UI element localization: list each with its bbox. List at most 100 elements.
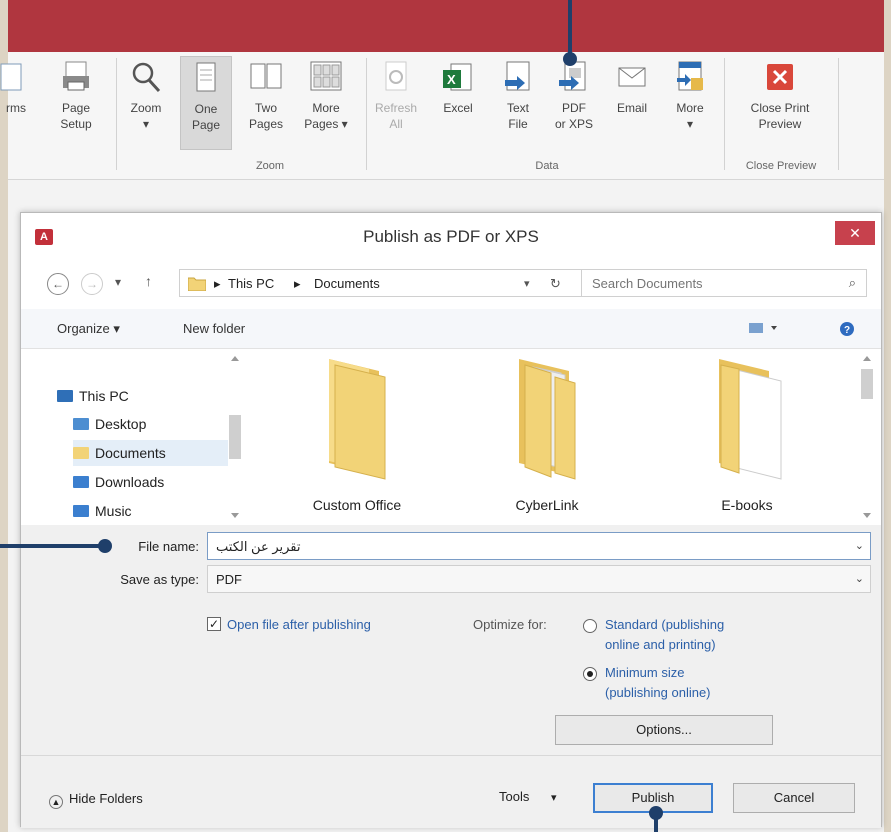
tree-item-music[interactable]: Music [73, 498, 228, 524]
ribbon-collapse-area [8, 180, 884, 206]
minimum-size-radio[interactable] [583, 667, 597, 681]
ribbon-pdf-xps-button[interactable]: PDF or XPS [548, 60, 600, 132]
ribbon-group-close-preview: Close Preview [745, 160, 817, 172]
text-file-icon [501, 60, 535, 94]
ribbon-email-button[interactable]: Email [606, 60, 658, 116]
breadcrumb-documents[interactable]: Documents [314, 276, 380, 291]
dialog-title-bar: A Publish as PDF or XPS ✕ [21, 213, 881, 259]
open-after-publishing-label[interactable]: Open file after publishing [227, 617, 371, 632]
refresh-icon[interactable]: ↻ [550, 276, 561, 292]
tools-button[interactable]: Tools ▾ [499, 789, 557, 804]
breadcrumb-separator: ▸ [214, 276, 221, 291]
annotation-line-publish [654, 812, 658, 832]
ribbon-label: Text File [506, 101, 529, 131]
save-as-type-value: PDF [216, 572, 242, 587]
address-dropdown-icon[interactable]: ▾ [524, 277, 530, 290]
svg-text:X: X [447, 72, 456, 87]
view-options-icon[interactable] [749, 321, 779, 338]
dialog-title: Publish as PDF or XPS [363, 227, 539, 246]
options-button[interactable]: Options... [555, 715, 773, 745]
tree-item-label: Downloads [95, 474, 165, 490]
hide-folders-label: Hide Folders [69, 791, 143, 806]
tree-item-documents[interactable]: Documents [73, 440, 228, 466]
ribbon-close-print-preview-button[interactable]: Close Print Preview [730, 60, 830, 132]
forward-button[interactable]: → [81, 273, 103, 295]
ribbon-two-pages-button[interactable]: Two Pages [240, 60, 292, 132]
folder-icon [187, 275, 207, 292]
ribbon-excel-button[interactable]: X Excel [432, 60, 484, 116]
refresh-icon [379, 60, 413, 94]
folder-name: Custom Office [312, 497, 402, 513]
tree-item-this-pc[interactable]: This PC [57, 383, 212, 409]
tree-item-desktop[interactable]: Desktop [73, 411, 228, 437]
ribbon-text-file-button[interactable]: Text File [492, 60, 544, 132]
file-name-field[interactable]: تقرير عن الكتب ⌄ [207, 532, 871, 560]
address-bar[interactable]: ▸ This PC ▸ Documents ▾ ↻ [179, 269, 589, 297]
ribbon-label: More Pages ▾ [304, 101, 348, 131]
folder-item[interactable]: CyberLink [457, 349, 637, 525]
breadcrumb-this-pc[interactable]: This PC [228, 276, 274, 291]
ribbon-separator [366, 58, 367, 170]
navigation-scrollbar[interactable] [226, 353, 244, 521]
ribbon-refresh-all-button[interactable]: Refresh All [370, 60, 422, 132]
file-name-value: تقرير عن الكتب [216, 539, 301, 554]
dialog-close-button[interactable]: ✕ [835, 221, 875, 245]
folder-icon [719, 359, 782, 480]
tree-item-downloads[interactable]: Downloads [73, 469, 228, 495]
annotation-line-filename [0, 544, 104, 548]
navigation-bar: ← → ▾ ↑ ▸ This PC ▸ Documents ▾ ↻ ⌕ [21, 259, 881, 309]
dialog-toolbar: Organize ▾ New folder ? [21, 309, 881, 349]
ribbon-page-setup-button[interactable]: Page Setup [50, 60, 102, 132]
file-list-scrollbar[interactable] [859, 353, 875, 521]
minimum-size-label-line2[interactable]: (publishing online) [605, 685, 711, 700]
form-divider [21, 755, 881, 756]
ribbon-more-button[interactable]: More ▾ [664, 60, 716, 132]
breadcrumb-separator: ▸ [294, 276, 301, 291]
standard-label-line1[interactable]: Standard (publishing [605, 617, 724, 632]
ribbon-separator [838, 58, 839, 170]
save-as-type-label: Save as type: [120, 572, 199, 587]
one-page-icon [189, 61, 223, 95]
cancel-button[interactable]: Cancel [733, 783, 855, 813]
minimum-size-label-line1[interactable]: Minimum size [605, 665, 684, 680]
search-box[interactable]: ⌕ [581, 269, 867, 297]
ribbon-label: Two Pages [248, 101, 284, 131]
ribbon-one-page-button[interactable]: One Page [180, 56, 232, 150]
organize-button[interactable]: Organize ▾ [57, 321, 120, 337]
music-icon [73, 505, 89, 517]
new-folder-button[interactable]: New folder [183, 321, 245, 336]
open-after-publishing-checkbox[interactable]: ✓ [207, 617, 221, 631]
optimize-for-label: Optimize for: [473, 617, 547, 632]
tree-item-label: Music [95, 503, 132, 519]
up-arrow-icon[interactable]: ↑ [145, 273, 152, 289]
ribbon-forms-button[interactable]: rms [0, 60, 42, 116]
hide-folders-button[interactable]: ▲ Hide Folders [49, 791, 143, 809]
documents-icon [73, 447, 89, 459]
standard-label-line2[interactable]: online and printing) [605, 637, 716, 652]
search-input[interactable] [592, 274, 832, 292]
chevron-down-icon[interactable]: ⌄ [855, 572, 864, 585]
folder-item[interactable]: Custom Office [267, 349, 447, 525]
save-as-type-select[interactable]: PDF ⌄ [207, 565, 871, 593]
ribbon-group-data: Data [535, 160, 559, 172]
ribbon-label: rms [6, 101, 26, 115]
email-icon [615, 60, 649, 94]
ribbon-label: Close Print Preview [750, 101, 810, 131]
file-list: Custom Office CyberLink E-books [247, 349, 857, 525]
ribbon-label: Page Setup [60, 101, 92, 131]
close-preview-icon [763, 60, 797, 94]
ribbon-more-pages-button[interactable]: More Pages ▾ [300, 60, 352, 132]
help-icon[interactable]: ? [839, 321, 855, 340]
magnifier-icon [129, 60, 163, 94]
folder-name: E-books [721, 497, 773, 513]
back-button[interactable]: ← [47, 273, 69, 295]
standard-radio[interactable] [583, 619, 597, 633]
folder-item[interactable]: E-books [657, 349, 837, 525]
annotation-dot-top [563, 52, 577, 66]
downloads-icon [73, 476, 89, 488]
recent-locations-icon[interactable]: ▾ [115, 275, 121, 289]
annotation-line-top [568, 0, 572, 56]
chevron-down-icon[interactable]: ⌄ [855, 539, 864, 552]
title-bar [8, 0, 884, 52]
ribbon-zoom-button[interactable]: Zoom ▾ [120, 60, 172, 132]
